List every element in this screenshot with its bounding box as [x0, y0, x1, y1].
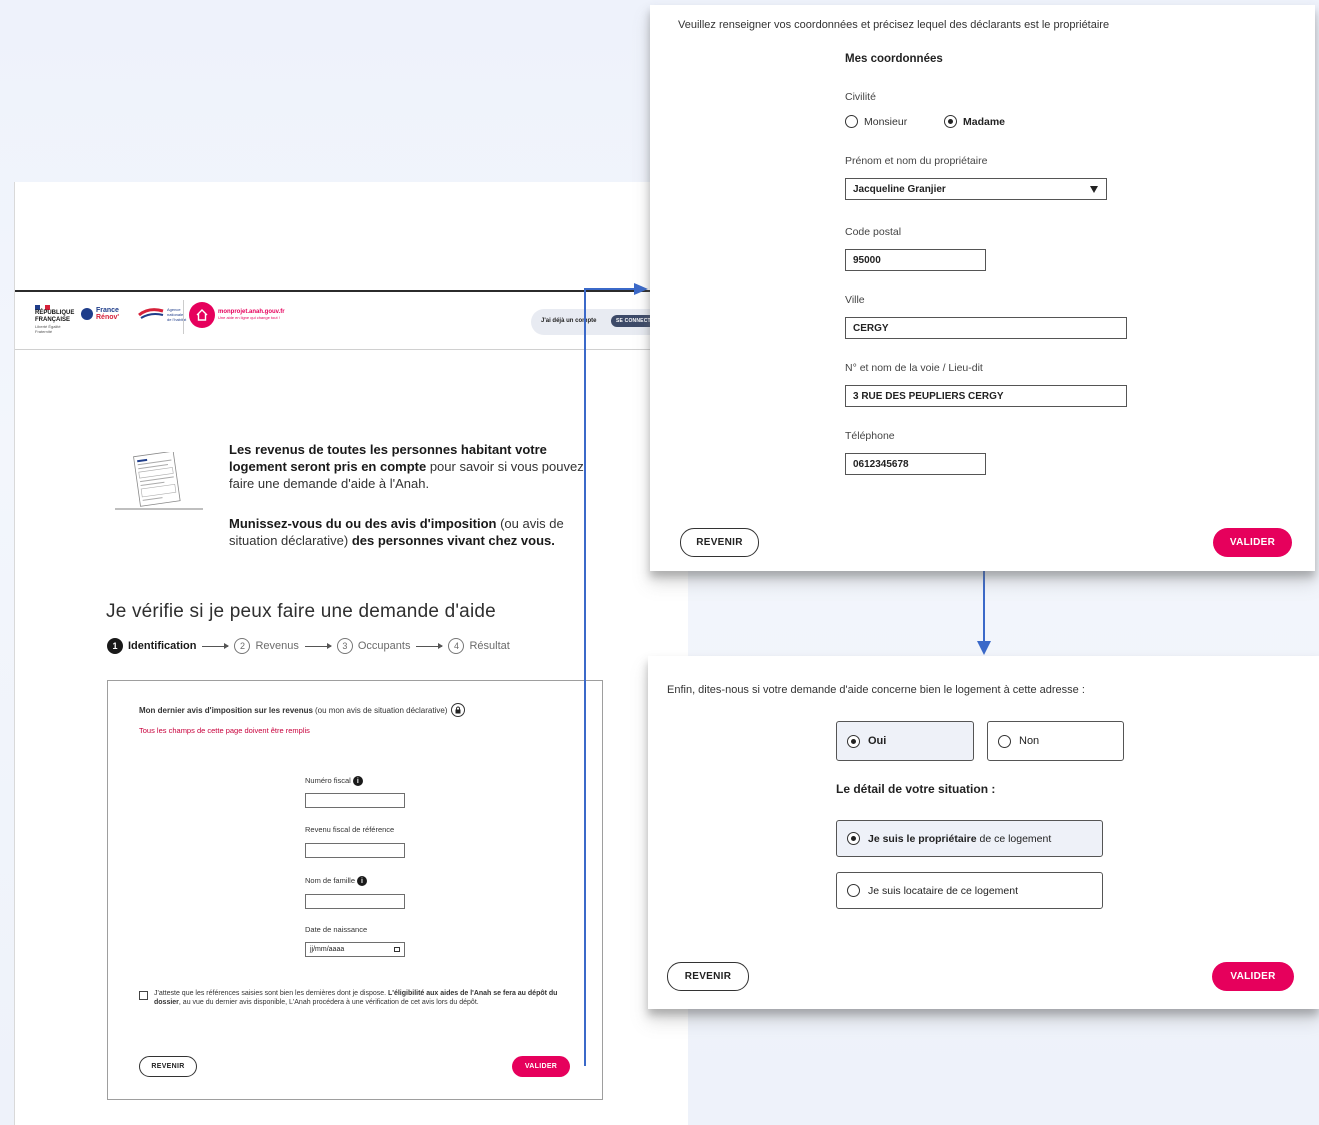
info-icon[interactable]: i: [352, 776, 363, 787]
nom-famille-label: Nom de famille i: [305, 876, 368, 887]
info-icon[interactable]: i: [357, 876, 368, 887]
connector-arrow-right-icon: [634, 283, 648, 295]
step-occupants: 3 Occupants: [336, 638, 410, 654]
connector-line-down: [983, 571, 985, 643]
postal-input[interactable]: 95000: [845, 249, 986, 271]
phone-label: Téléphone: [845, 430, 895, 442]
calendar-icon[interactable]: [394, 947, 400, 952]
street-label: N° et nom de la voie / Lieu-dit: [845, 362, 983, 374]
nom-famille-input[interactable]: [305, 894, 405, 909]
section-title: Mes coordonnées: [845, 53, 943, 65]
address-question: Enfin, dites-nous si votre demande d'aid…: [667, 684, 1085, 696]
radio-madame[interactable]: Madame: [944, 115, 1005, 128]
step-resultat: 4 Résultat: [448, 638, 510, 654]
back-button[interactable]: REVENIR: [139, 1056, 197, 1077]
progress-stepper: 1 Identification 2 Revenus 3 Occupants 4…: [107, 638, 510, 654]
identification-form: Mon dernier avis d'imposition sur les re…: [107, 680, 603, 1100]
home-logo-icon: [189, 302, 215, 328]
radio-selected-icon[interactable]: [944, 115, 957, 128]
radio-button-icon[interactable]: [847, 884, 860, 897]
radio-monsieur[interactable]: Monsieur: [845, 115, 907, 128]
step-identification: 1 Identification: [107, 638, 196, 654]
form-title: Mon dernier avis d'imposition sur les re…: [139, 703, 579, 717]
owner-select[interactable]: Jacqueline Granjier: [845, 178, 1107, 200]
step-arrow-icon: [416, 642, 444, 649]
postal-label: Code postal: [845, 226, 902, 238]
required-note: Tous les champs de cette page doivent êt…: [139, 726, 310, 735]
radio-selected-icon[interactable]: [847, 832, 860, 845]
site-brand[interactable]: monprojet.anah.gouv.fr Une aide en ligne…: [218, 309, 285, 320]
connector-arrow-down-icon: [977, 641, 991, 655]
validate-button[interactable]: VALIDER: [1212, 962, 1294, 991]
tax-notice-illustration: [115, 450, 203, 510]
step-revenus: 2 Revenus: [234, 638, 299, 654]
radio-button-icon[interactable]: [845, 115, 858, 128]
date-naissance-input[interactable]: jj/mm/aaaa: [305, 942, 405, 957]
numero-fiscal-input[interactable]: [305, 793, 405, 808]
validate-button[interactable]: VALIDER: [1213, 528, 1292, 557]
city-label: Ville: [845, 294, 865, 306]
anah-swoosh-icon: [138, 308, 164, 319]
city-input[interactable]: CERGY: [845, 317, 1127, 339]
civilite-label: Civilité: [845, 91, 876, 103]
lock-icon: [451, 703, 466, 717]
intro-paragraph-2: Munissez-vous du ou des avis d'impositio…: [229, 516, 564, 548]
republique-logo: RÉPUBLIQUE FRANÇAISE Liberté Égalité Fra…: [35, 305, 74, 334]
owner-label: Prénom et nom du propriétaire: [845, 155, 988, 167]
numero-fiscal-label: Numéro fiscal i: [305, 776, 363, 787]
phone-input[interactable]: 0612345678: [845, 453, 986, 475]
france-renov-icon: [81, 308, 93, 320]
document-icon: [115, 450, 203, 510]
attest-text: J'atteste que les références saisies son…: [154, 990, 558, 1006]
address-confirmation-panel: Enfin, dites-nous si votre demande d'aid…: [648, 656, 1319, 1009]
revenu-fiscal-input[interactable]: [305, 843, 405, 858]
site-header: RÉPUBLIQUE FRANÇAISE Liberté Égalité Fra…: [15, 290, 691, 350]
situation-title: Le détail de votre situation :: [836, 782, 996, 796]
intro-paragraph-1: Les revenus de toutes les personnes habi…: [229, 442, 584, 491]
page-title: Je vérifie si je peux faire une demande …: [106, 601, 496, 622]
choice-locataire[interactable]: Je suis locataire de ce logement: [836, 872, 1103, 909]
step-arrow-icon: [202, 642, 230, 649]
street-input[interactable]: 3 RUE DES PEUPLIERS CERGY: [845, 385, 1127, 407]
choice-non[interactable]: Non: [987, 721, 1124, 761]
contact-instruction: Veuillez renseigner vos coordonnées et p…: [678, 19, 1110, 31]
choice-oui[interactable]: Oui: [836, 721, 974, 761]
back-button[interactable]: REVENIR: [667, 962, 749, 991]
date-naissance-label: Date de naissance: [305, 925, 368, 934]
connector-line-vertical: [584, 289, 586, 1066]
validate-button[interactable]: VALIDER: [512, 1056, 570, 1077]
france-renov-logo: France Rénov': [81, 307, 119, 321]
header-divider: [183, 300, 184, 334]
connector-line-horizontal: [584, 288, 636, 290]
back-button[interactable]: REVENIR: [680, 528, 759, 557]
revenu-fiscal-label: Revenu fiscal de référence: [305, 825, 395, 834]
radio-button-icon[interactable]: [998, 734, 1011, 748]
main-page-screenshot: RÉPUBLIQUE FRANÇAISE Liberté Égalité Fra…: [14, 182, 691, 1125]
radio-selected-icon[interactable]: [847, 734, 860, 748]
choice-proprietaire[interactable]: Je suis le propriétaire de ce logement: [836, 820, 1103, 857]
dropdown-arrow-icon[interactable]: [1090, 185, 1098, 193]
attest-checkbox[interactable]: [139, 991, 148, 1000]
step-arrow-icon: [304, 642, 332, 649]
anah-logo: Agence nationale de l'habitat: [137, 305, 186, 324]
contact-details-panel: Veuillez renseigner vos coordonnées et p…: [650, 5, 1315, 571]
